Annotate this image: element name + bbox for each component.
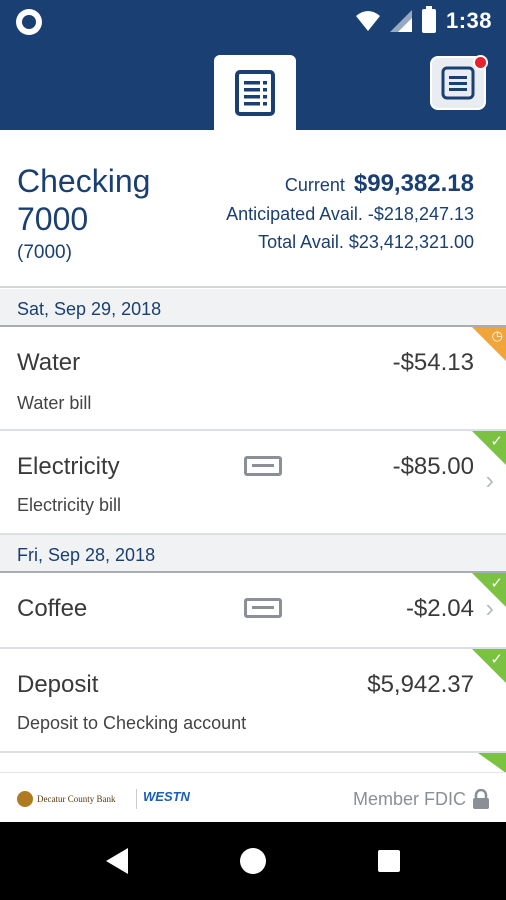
transaction-row[interactable]: Electricity -$85.00 › Electricity bill ✓ [0,431,506,535]
card-icon [244,456,282,476]
status-bar: 1:38 [0,0,506,42]
battery-icon [421,6,436,33]
transaction-description: Electricity bill [17,495,122,515]
chevron-right-icon[interactable]: › [485,465,494,496]
top-navigation [0,42,506,130]
bank-logo: Decatur County Bank [17,789,117,809]
transaction-description: Water bill [17,393,92,413]
check-icon: ✓ [490,651,503,668]
menu-icon [441,66,475,100]
transaction-description: Deposit to Checking account [17,713,247,733]
anticipated-balance: Anticipated Avail. -$218,247.13 [226,204,474,224]
transaction-row[interactable]: Coffee -$2.04 › ✓ [0,573,506,649]
current-balance-label: Current [284,175,345,195]
account-number: (7000) [17,242,72,263]
menu-button[interactable] [430,55,488,110]
current-balance: Current $99,382.18 [285,170,474,198]
signal-icon [389,10,412,32]
transaction-title: Coffee [17,595,88,622]
lock-icon [473,789,489,809]
bank-seal-icon [17,791,33,807]
account-summary: Checking 7000 (7000) Current $99,382.18 … [0,130,506,288]
ledger-icon [235,69,275,116]
account-name: Checking 7000 [17,163,151,237]
transaction-title: Deposit [17,671,99,698]
transaction-title: Water [17,349,81,376]
clock: 1:38 [445,8,492,33]
member-fdic: Member FDIC [352,789,466,809]
back-icon[interactable] [106,848,128,874]
system-navigation-bar [0,822,506,900]
clock-icon: ◷ [491,328,503,343]
notification-icon [16,9,42,35]
check-icon: ✓ [490,575,503,592]
westn-logo: WESTN [136,789,200,809]
notification-badge [473,55,488,70]
date-header: Sat, Sep 29, 2018 [0,289,506,327]
current-balance-value: $99,382.18 [353,170,474,197]
check-icon: ✓ [490,433,503,450]
footer: Decatur County Bank WESTN Member FDIC [0,772,506,822]
total-available: Total Avail. $23,412,321.00 [258,232,474,252]
home-icon[interactable] [240,848,266,874]
transaction-title: Electricity [17,453,120,480]
cleared-status-icon [478,753,506,773]
wifi-icon [355,11,380,31]
transaction-amount: -$2.04 [405,595,474,622]
transaction-amount: -$85.00 [392,453,474,480]
tab-ledger[interactable] [214,55,296,130]
date-header: Fri, Sep 28, 2018 [0,535,506,573]
transaction-amount: $5,942.37 [367,671,474,698]
transaction-row[interactable] [0,753,506,773]
card-icon [244,598,282,618]
recent-apps-icon[interactable] [378,850,400,872]
transaction-row[interactable]: Deposit $5,942.37 Deposit to Checking ac… [0,649,506,753]
transaction-amount: -$54.13 [392,349,474,376]
transaction-row[interactable]: Water -$54.13 Water bill ◷ [0,327,506,431]
